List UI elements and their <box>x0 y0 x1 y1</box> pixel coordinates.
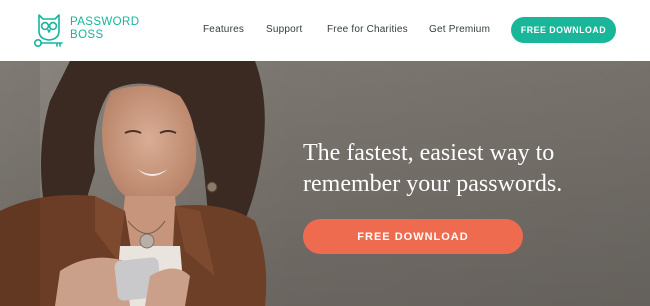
logo-line-1: PASSWORD <box>70 16 140 28</box>
hero-heading: The fastest, easiest way to remember you… <box>303 138 643 200</box>
site-header: PASSWORD BOSS Features Support Free for … <box>0 0 650 61</box>
nav-support-link[interactable]: Support <box>266 24 302 35</box>
owl-key-logo-icon <box>32 12 66 48</box>
hero-heading-line-1: The fastest, easiest way to <box>303 140 555 166</box>
hero-heading-line-2: remember your passwords. <box>303 171 563 197</box>
hero-section: The fastest, easiest way to remember you… <box>0 61 650 306</box>
nav-free-for-charities-link[interactable]: Free for Charities <box>327 24 408 35</box>
nav-features-link[interactable]: Features <box>203 24 244 35</box>
logo[interactable]: PASSWORD BOSS <box>32 12 152 48</box>
logo-wordmark: PASSWORD BOSS <box>70 16 139 42</box>
header-free-download-button[interactable]: FREE DOWNLOAD <box>511 17 616 43</box>
hero-free-download-button[interactable]: FREE DOWNLOAD <box>303 219 523 254</box>
logo-line-2: BOSS <box>70 29 104 41</box>
nav-get-premium-link[interactable]: Get Premium <box>429 24 490 35</box>
